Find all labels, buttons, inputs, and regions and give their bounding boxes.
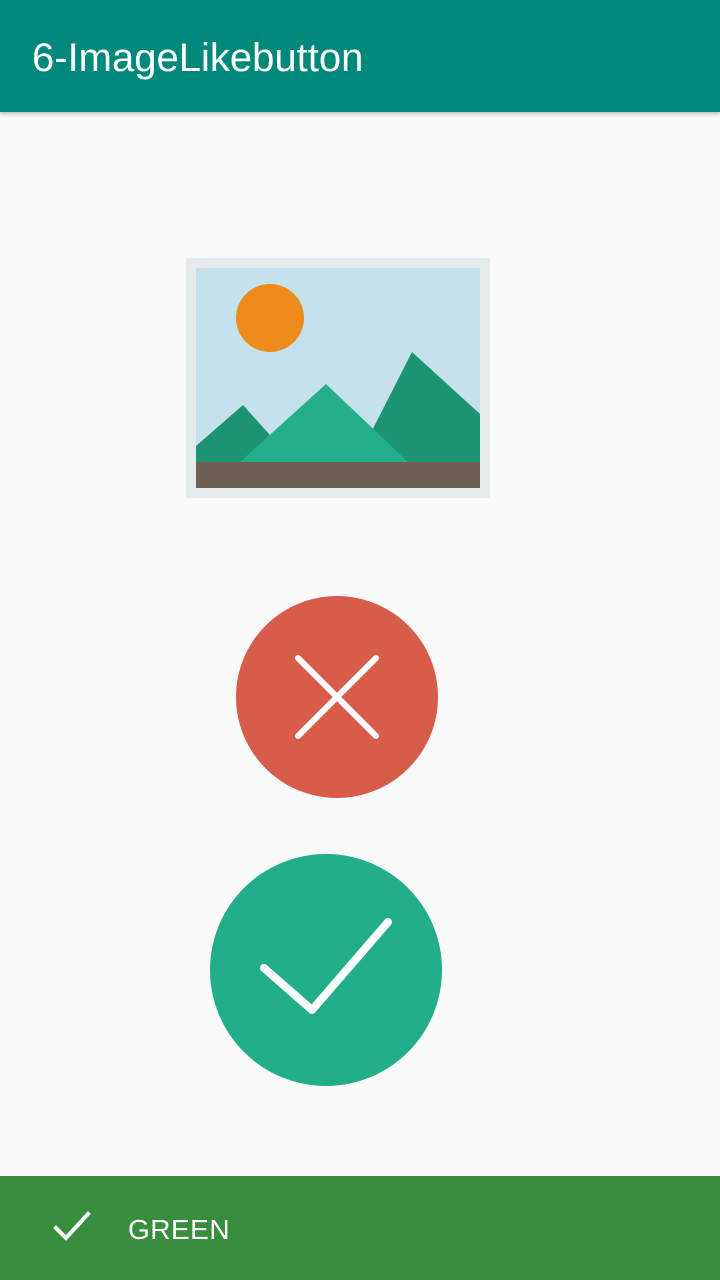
confirm-button[interactable] <box>210 854 442 1086</box>
snackbar-text: GREEN <box>128 1214 231 1245</box>
check-icon <box>210 854 442 1086</box>
image-placeholder-icon <box>186 258 490 498</box>
close-icon <box>236 596 438 798</box>
snackbar-check-icon <box>53 1211 91 1241</box>
cancel-button[interactable] <box>236 596 438 798</box>
snackbar <box>0 1176 720 1280</box>
app-title: 6-ImageLikebutton <box>32 36 364 80</box>
image-button[interactable] <box>186 258 490 498</box>
app-bar: 6-ImageLikebutton <box>0 0 720 112</box>
